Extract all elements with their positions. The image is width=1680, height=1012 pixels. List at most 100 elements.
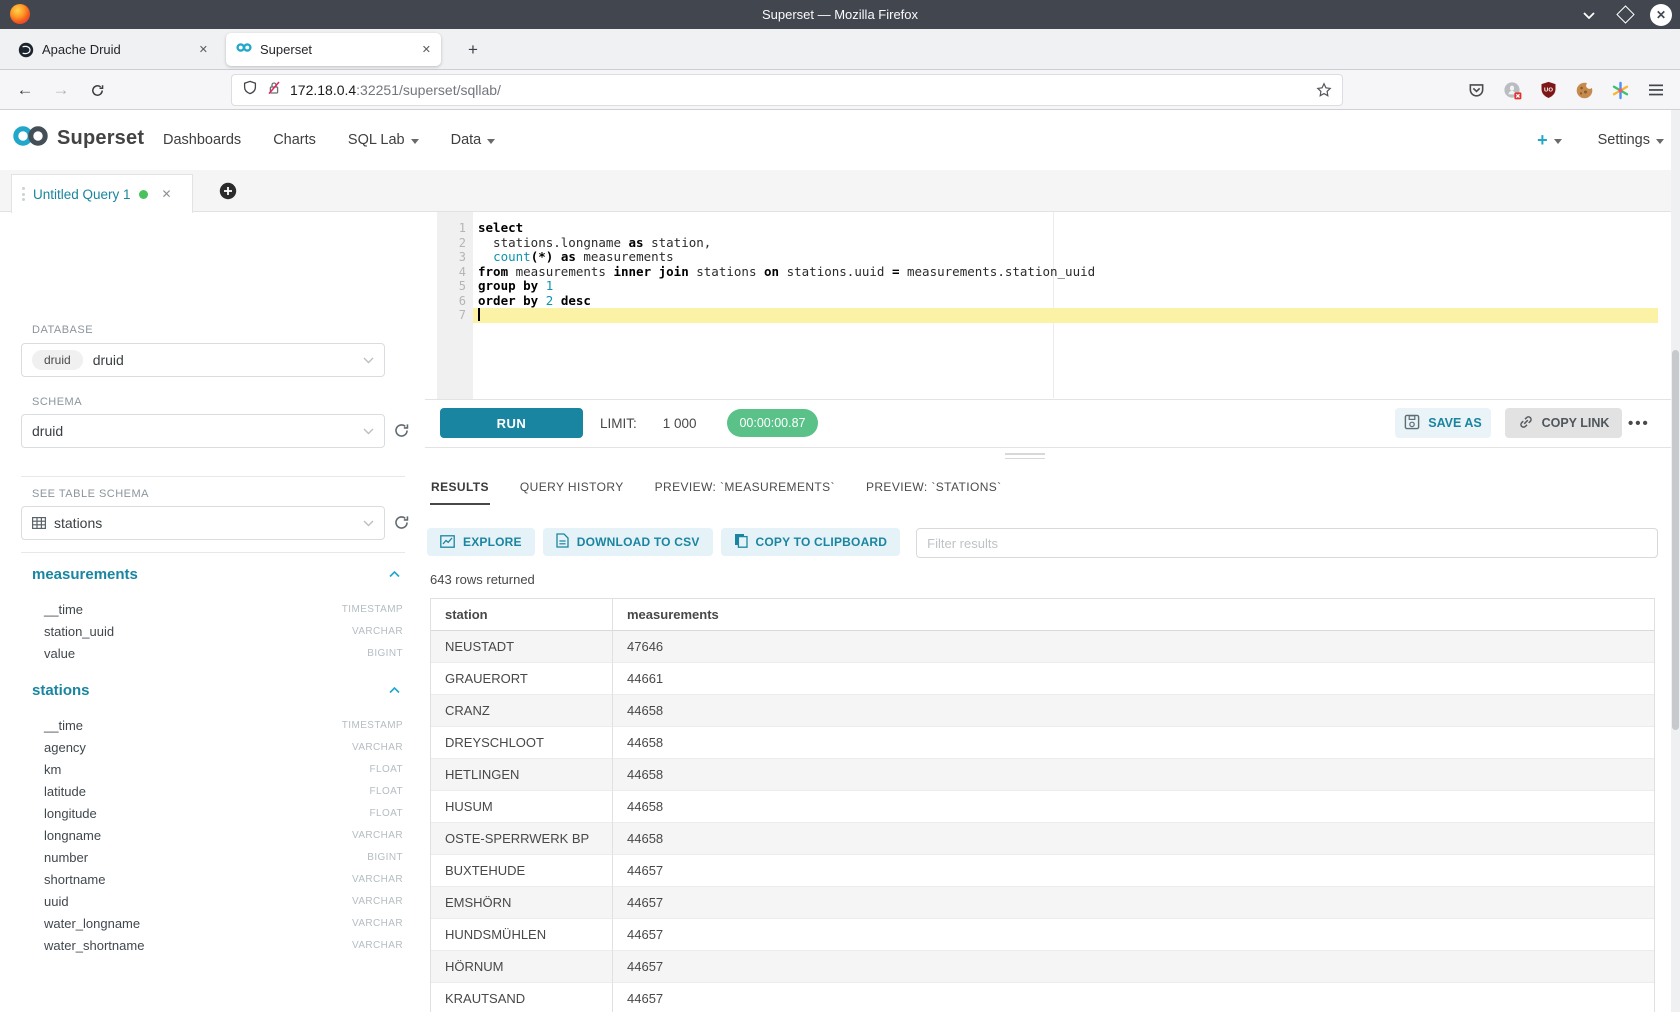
nav-item-sql-lab[interactable]: SQL Lab [348, 132, 419, 148]
splitter-handle-icon[interactable] [1005, 453, 1045, 462]
menu-hamburger-icon[interactable] [1646, 80, 1666, 100]
close-icon[interactable]: ✕ [400, 43, 431, 56]
column-name: longname [44, 828, 101, 843]
chevron-up-icon[interactable] [389, 687, 400, 694]
action-label: EXPLORE [463, 535, 522, 549]
bookmark-star-icon[interactable] [1316, 82, 1332, 98]
limit-dropdown[interactable]: LIMIT: 1 000 [600, 400, 741, 447]
results-tab-preview-measurements[interactable]: PREVIEW: `MEASUREMENTS` [654, 468, 836, 505]
run-button[interactable]: RUN [440, 408, 583, 438]
nav-item-label: Dashboards [163, 132, 241, 148]
column-type: VARCHAR [352, 896, 403, 907]
shield-icon[interactable] [242, 80, 258, 101]
add-new-menu[interactable]: + [1537, 130, 1562, 151]
app-header: Superset Dashboards Charts SQL Lab Data + S… [0, 110, 1680, 170]
column-type: VARCHAR [352, 742, 403, 753]
results-table-header: stationmeasurements [431, 599, 1654, 631]
close-icon[interactable]: ✕ [162, 187, 172, 201]
pocket-icon[interactable] [1466, 80, 1486, 100]
filter-results-input[interactable] [916, 528, 1658, 558]
nav-item-data[interactable]: Data [451, 132, 496, 148]
database-select[interactable]: druid druid [21, 343, 385, 377]
refresh-schema-icon[interactable] [393, 422, 411, 440]
table-row: DREYSCHLOOT44658 [431, 727, 1654, 759]
table-select[interactable]: stations [21, 506, 385, 540]
more-options-button[interactable]: ••• [1628, 408, 1650, 438]
url-text: 172.18.0.4:32251/superset/sqllab/ [290, 82, 501, 98]
code-line: from measurements inner join stations on… [473, 265, 1658, 280]
line-number: 4 [437, 265, 473, 280]
window-controls: ✕ [1578, 0, 1672, 29]
column-name: number [44, 850, 88, 865]
schema-table-stations: stations__timeTIMESTAMPagencyVARCHARkmFL… [0, 678, 425, 956]
browser-toolbar: ← → 172.18.0.4:32251/superset/sqllab/ [0, 70, 1680, 110]
editor-code[interactable]: select stations.longname as station, cou… [473, 221, 1658, 323]
results-tab-results[interactable]: RESULTS [430, 468, 490, 505]
download-to-csv-button[interactable]: DOWNLOAD TO CSV [543, 528, 713, 556]
save-as-button[interactable]: SAVE AS [1395, 408, 1491, 438]
reload-button[interactable] [84, 77, 110, 103]
browser-tab-apache-druid[interactable]: Apache Druid ✕ [8, 33, 218, 66]
address-bar[interactable]: 172.18.0.4:32251/superset/sqllab/ [232, 75, 1342, 105]
query-status-dot [139, 190, 148, 199]
nav-item-label: Charts [273, 132, 316, 148]
results-pane: RESULTS QUERY HISTORY PREVIEW: `MEASUREMEN… [425, 465, 1680, 1012]
table-name[interactable]: measurements [32, 566, 138, 583]
copy-link-button[interactable]: COPY LINK [1505, 408, 1622, 438]
ublock-origin-icon[interactable]: UO [1538, 80, 1558, 100]
chevron-down-icon [363, 357, 374, 364]
column-header-station[interactable]: station [431, 599, 612, 630]
elapsed-time-badge: 00:00:00.87 [727, 409, 818, 437]
screen: Superset — Mozilla Firefox ✕ Apache Drui… [0, 0, 1680, 1012]
column-name: uuid [44, 894, 69, 909]
column-row: longitudeFLOAT [0, 802, 425, 824]
window-minimize-icon[interactable] [1578, 4, 1600, 26]
superset-brand[interactable]: Superset [12, 124, 144, 153]
settings-menu[interactable]: Settings [1598, 132, 1664, 148]
sparkle-extension-icon[interactable] [1610, 80, 1630, 100]
window-close-button[interactable]: ✕ [1650, 4, 1672, 26]
column-name: longitude [44, 806, 97, 821]
nav-item-charts[interactable]: Charts [273, 132, 316, 148]
column-row: shortnameVARCHAR [0, 868, 425, 890]
clipboard-icon [734, 533, 748, 551]
column-header-measurements[interactable]: measurements [612, 599, 1654, 630]
browser-tab-superset[interactable]: Superset✕ [226, 33, 441, 66]
drag-handle-icon[interactable] [22, 187, 25, 201]
cookie-extension-icon[interactable] [1574, 80, 1594, 100]
privacy-extension-icon[interactable] [1502, 80, 1522, 100]
results-tab-query-history[interactable]: QUERY HISTORY [519, 468, 625, 505]
forward-button[interactable]: → [48, 77, 74, 103]
insecure-lock-icon[interactable] [266, 80, 282, 101]
window-title: Superset — Mozilla Firefox [0, 0, 1680, 29]
database-value: druid [93, 352, 124, 368]
column-type: FLOAT [370, 764, 403, 775]
window-maximize-icon[interactable] [1614, 4, 1636, 26]
pane-splitter[interactable] [425, 447, 1680, 466]
browser-tab-title: Apache Druid [42, 42, 121, 57]
scrollbar-thumb[interactable] [1672, 350, 1679, 730]
code-line: order by 2 desc [473, 294, 1658, 309]
results-tab-preview-stations[interactable]: PREVIEW: `STATIONS` [865, 468, 1003, 505]
add-query-tab-button[interactable] [219, 182, 237, 200]
refresh-table-icon[interactable] [393, 514, 411, 532]
new-tab-button[interactable]: + [460, 37, 486, 63]
nav-item-dashboards[interactable]: Dashboards [163, 132, 241, 148]
page-scrollbar[interactable] [1671, 110, 1680, 1012]
column-type: TIMESTAMP [342, 604, 403, 615]
table-row: HÖRNUM44657 [431, 951, 1654, 983]
database-label: DATABASE [32, 324, 93, 336]
browser-tab-strip: Apache Druid✕Superset✕ + [0, 29, 1680, 70]
close-icon[interactable]: ✕ [177, 43, 208, 56]
query-tab-untitled-query-1[interactable]: Untitled Query 1 ✕ [11, 174, 193, 213]
back-button[interactable]: ← [12, 77, 38, 103]
table-name[interactable]: stations [32, 682, 90, 699]
sql-editor[interactable]: 1234567 select stations.longname as stat… [425, 212, 1680, 400]
schema-value: druid [32, 423, 63, 439]
chevron-up-icon[interactable] [389, 571, 400, 578]
explore-button[interactable]: EXPLORE [427, 528, 535, 556]
window-titlebar: Superset — Mozilla Firefox ✕ [0, 0, 1680, 29]
copy-to-clipboard-button[interactable]: COPY TO CLIPBOARD [721, 528, 901, 556]
schema-select[interactable]: druid [21, 414, 385, 448]
column-type: FLOAT [370, 786, 403, 797]
